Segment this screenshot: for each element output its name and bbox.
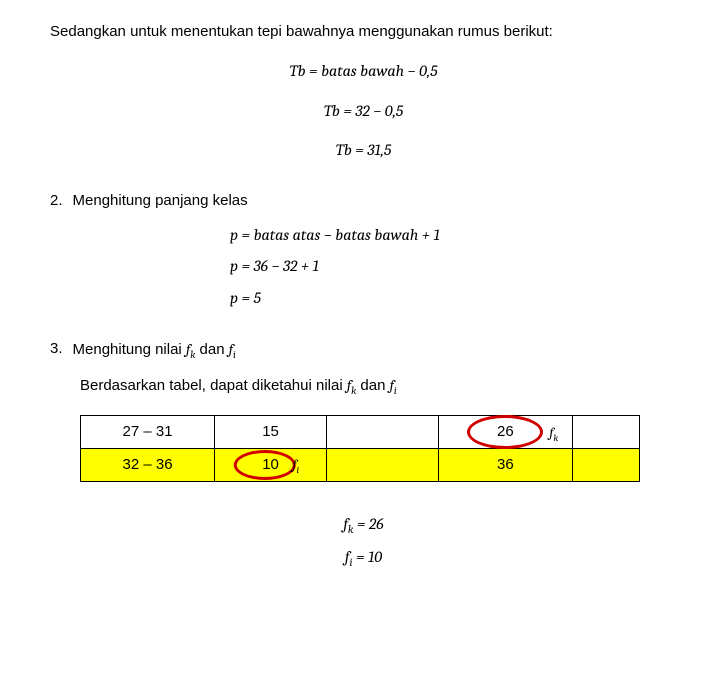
cell-r2c2: 10 fi: [215, 449, 327, 482]
cell-r2c4: 36: [438, 449, 572, 482]
cell-r1c1: 27 – 31: [81, 416, 215, 449]
section-2-title: Menghitung panjang kelas: [73, 189, 248, 213]
result-fk: fk = 26: [50, 512, 677, 539]
res-fi-rest: = 10: [352, 548, 382, 566]
annot-fk: fk: [549, 422, 558, 446]
annot-fi-sub: i: [297, 465, 300, 476]
s3-sub-fi-sub: i: [394, 385, 397, 397]
s3-fi-sub: i: [233, 349, 236, 361]
result-block: fk = 26 fi = 10: [50, 512, 677, 572]
tb-line3: Tb = 31,5: [50, 138, 677, 164]
tb-line2: Tb = 32 − 0,5: [50, 99, 677, 125]
tb-formula-block: Tb = batas bawah − 0,5 Tb = 32 − 0,5 Tb …: [50, 59, 677, 164]
cell-r2c5: [572, 449, 639, 482]
annot-fk-sub: k: [553, 433, 558, 444]
section-3-subtext: Berdasarkan tabel, dapat diketahui nilai…: [80, 373, 677, 400]
s3-sub-pre: Berdasarkan tabel, dapat diketahui nilai: [80, 377, 347, 394]
cell-r2c3: [326, 449, 438, 482]
table-row: 32 – 36 10 fi 36: [81, 449, 640, 482]
cell-r2c1: 32 – 36: [81, 449, 215, 482]
cell-r2c2-val: 10: [262, 456, 279, 473]
annot-fi: fi: [293, 454, 300, 478]
section-3-heading: 3. Menghitung nilai fk dan fi: [50, 337, 677, 364]
res-fk-rest: = 26: [353, 515, 383, 533]
p-line3: p = 5: [230, 286, 677, 312]
table-row: 27 – 31 15 26 fk: [81, 416, 640, 449]
section-3-number: 3.: [50, 337, 63, 364]
cell-r1c4: 26 fk: [438, 416, 572, 449]
intro-text: Sedangkan untuk menentukan tepi bawahnya…: [50, 20, 677, 44]
cell-r1c2: 15: [215, 416, 327, 449]
cell-r1c5: [572, 416, 639, 449]
s3-sub-mid: dan: [356, 377, 389, 394]
section-3-title: Menghitung nilai fk dan fi: [73, 337, 236, 364]
s3-title-pre: Menghitung nilai: [73, 341, 186, 358]
p-line2: p = 36 − 32 + 1: [230, 254, 677, 280]
cell-r1c4-val: 26: [497, 423, 514, 440]
result-fi: fi = 10: [50, 545, 677, 572]
s3-mid: dan: [195, 341, 228, 358]
section-2-heading: 2. Menghitung panjang kelas: [50, 189, 677, 213]
p-line1: p = batas atas − batas bawah + 1: [230, 223, 677, 249]
p-formula-block: p = batas atas − batas bawah + 1 p = 36 …: [230, 223, 677, 312]
cell-r1c3: [326, 416, 438, 449]
section-2-number: 2.: [50, 189, 63, 213]
tb-line1: Tb = batas bawah − 0,5: [50, 59, 677, 85]
data-table: 27 – 31 15 26 fk 32 – 36 10 fi 36: [80, 415, 640, 482]
